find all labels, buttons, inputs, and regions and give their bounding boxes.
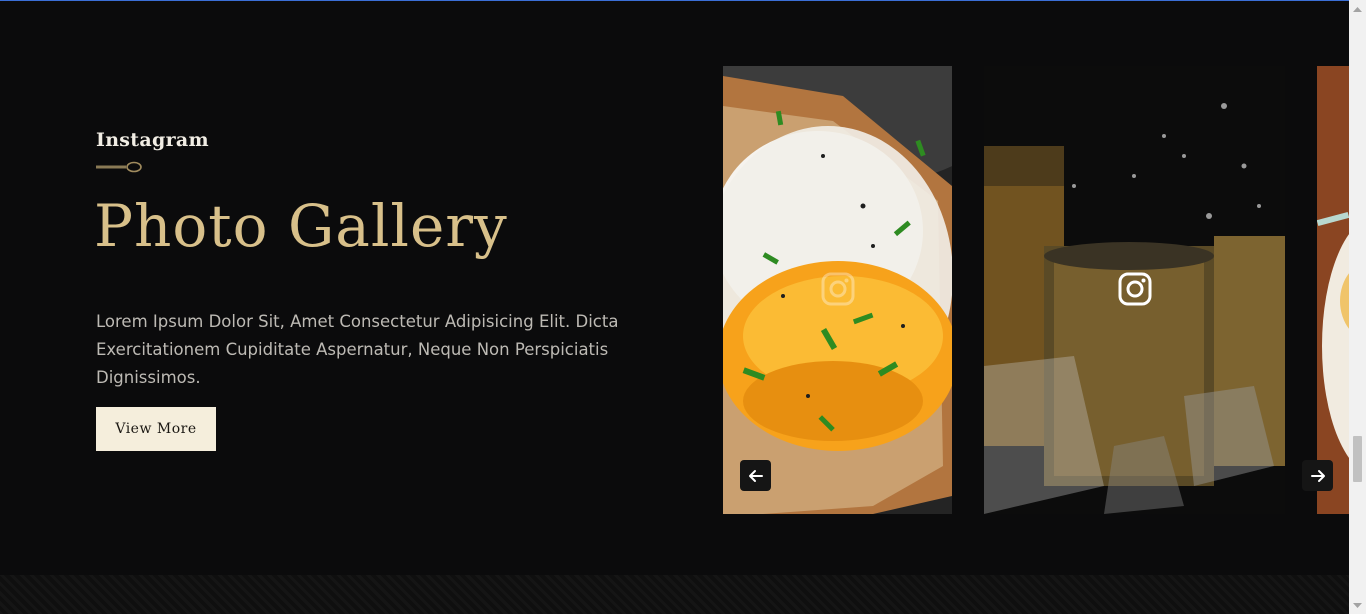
page-scrollbar[interactable]: [1349, 0, 1366, 614]
caret-down-icon: [1353, 602, 1362, 608]
gallery-section: Instagram Photo Gallery Lorem Ipsum Dolo…: [0, 1, 1349, 614]
scroll-up-button[interactable]: [1349, 0, 1366, 17]
caret-up-icon: [1353, 6, 1362, 12]
scroll-down-button[interactable]: [1349, 597, 1366, 614]
gallery-slide-egg[interactable]: [723, 66, 952, 514]
page-title: Photo Gallery: [94, 192, 508, 260]
scrollbar-thumb[interactable]: [1353, 436, 1362, 482]
carousel-next-button[interactable]: [1302, 460, 1333, 491]
gallery-slide-soup[interactable]: [1317, 66, 1349, 514]
instagram-icon[interactable]: [1118, 272, 1152, 306]
arrow-right-icon: [1310, 469, 1325, 482]
photo-carousel: [723, 66, 1349, 514]
carousel-prev-button[interactable]: [740, 460, 771, 491]
next-section-edge: [0, 575, 1349, 614]
section-description: Lorem Ipsum Dolor Sit, Amet Consectetur …: [96, 312, 619, 387]
soup-photo: [1317, 66, 1349, 514]
arrow-left-icon: [748, 469, 763, 482]
gallery-slide-drinks[interactable]: [984, 66, 1285, 514]
section-eyebrow: Instagram: [96, 129, 209, 151]
spoon-divider-icon: [96, 161, 142, 173]
view-more-button[interactable]: View More: [96, 407, 216, 451]
instagram-icon[interactable]: [821, 272, 855, 306]
